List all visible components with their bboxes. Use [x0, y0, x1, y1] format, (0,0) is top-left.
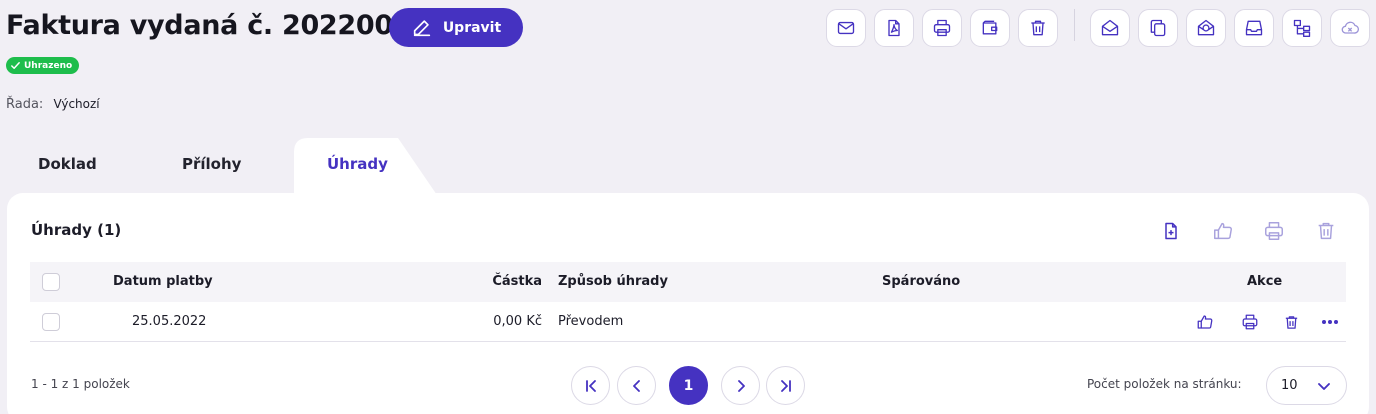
chevron-down-icon [1316, 378, 1332, 394]
payments-card: Úhrady (1) Datum platby Částka Způsob úh… [7, 193, 1369, 414]
row-approve-button[interactable] [1194, 311, 1216, 333]
tree-icon [1292, 18, 1312, 38]
structure-button[interactable] [1282, 9, 1322, 47]
tab-prilohy[interactable]: Přílohy [182, 155, 241, 173]
toolbar-divider [1074, 9, 1075, 41]
payments-title: Úhrady (1) [31, 221, 122, 239]
row-more-button[interactable] [1319, 311, 1341, 333]
pdf-icon [884, 18, 904, 38]
more-dots-icon [1321, 319, 1339, 325]
cell-method: Převodem [558, 314, 624, 329]
approve-button[interactable] [1209, 217, 1237, 245]
check-icon [10, 60, 21, 71]
column-date[interactable]: Datum platby [113, 274, 213, 289]
delete-payments-button[interactable] [1312, 217, 1340, 245]
per-page-select[interactable]: 10 [1266, 366, 1347, 405]
send-email-button[interactable] [826, 9, 866, 47]
file-plus-icon [1161, 221, 1181, 241]
tab-uhrady[interactable]: Úhrady [327, 155, 388, 173]
series-value: Výchozí [53, 97, 100, 111]
column-amount[interactable]: Částka [492, 274, 542, 289]
inbox-icon [1244, 18, 1264, 38]
series-label: Řada: [6, 97, 44, 112]
print-button[interactable] [922, 9, 962, 47]
add-payment-button[interactable] [1157, 217, 1185, 245]
cell-date: 25.05.2022 [132, 314, 207, 329]
send-icon [1196, 18, 1216, 38]
first-page-button[interactable] [571, 366, 610, 405]
mail-icon [836, 18, 856, 38]
row-print-button[interactable] [1239, 311, 1261, 333]
next-page-button[interactable] [721, 366, 760, 405]
tab-doklad[interactable]: Doklad [38, 155, 97, 173]
trash-icon [1315, 220, 1337, 242]
print-icon [1263, 220, 1285, 242]
series-info: Řada: Výchozí [6, 97, 100, 112]
wallet-icon [980, 18, 1000, 38]
print-icon [932, 18, 952, 38]
per-page-label: Počet položek na stránku: [1087, 377, 1242, 391]
status-badge: Uhrazeno [6, 57, 80, 74]
first-page-icon [583, 378, 599, 394]
print-icon [1241, 313, 1259, 331]
thumbs-up-icon [1196, 313, 1214, 331]
mail-open-icon [1100, 18, 1120, 38]
trash-icon [1283, 314, 1300, 331]
page-title: Faktura vydaná č. 20220011 [6, 10, 430, 41]
edit-button-label: Upravit [442, 19, 502, 36]
inbox-button[interactable] [1234, 9, 1274, 47]
row-delete-button[interactable] [1280, 311, 1302, 333]
cell-amount: 0,00 Kč [493, 314, 542, 329]
copy-icon [1148, 18, 1168, 38]
cloud-x-icon [1340, 18, 1360, 38]
send-button[interactable] [1186, 9, 1226, 47]
trash-icon [1028, 18, 1048, 38]
row-checkbox[interactable] [42, 313, 60, 331]
print-payments-button[interactable] [1260, 217, 1288, 245]
chevron-left-icon [629, 378, 645, 394]
per-page-value: 10 [1281, 378, 1298, 393]
chevron-right-icon [733, 378, 749, 394]
items-summary: 1 - 1 z 1 položek [31, 377, 130, 391]
copy-button[interactable] [1138, 9, 1178, 47]
cloud-button[interactable] [1330, 9, 1370, 47]
wallet-button[interactable] [970, 9, 1010, 47]
pencil-icon [411, 17, 433, 39]
open-mail-button[interactable] [1090, 9, 1130, 47]
prev-page-button[interactable] [617, 366, 656, 405]
edit-button[interactable]: Upravit [389, 8, 523, 47]
pdf-button[interactable] [874, 9, 914, 47]
current-page-button[interactable]: 1 [669, 366, 708, 405]
delete-button[interactable] [1018, 9, 1058, 47]
thumbs-up-icon [1212, 220, 1234, 242]
table-row[interactable]: 25.05.2022 0,00 Kč Převodem [30, 302, 1346, 342]
last-page-button[interactable] [766, 366, 805, 405]
select-all-checkbox[interactable] [42, 273, 60, 291]
column-matched[interactable]: Spárováno [882, 274, 960, 289]
column-method[interactable]: Způsob úhrady [558, 274, 668, 289]
status-badge-label: Uhrazeno [24, 60, 73, 71]
column-actions: Akce [1247, 274, 1283, 289]
last-page-icon [778, 378, 794, 394]
table-header: Datum platby Částka Způsob úhrady Spárov… [30, 262, 1346, 302]
